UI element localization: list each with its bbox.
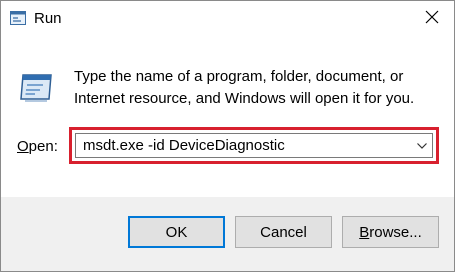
open-label: Open: (17, 138, 58, 155)
open-label-accelerator: O (17, 138, 29, 155)
browse-button[interactable]: Browse... (342, 216, 439, 248)
close-button[interactable] (409, 1, 454, 37)
chevron-down-icon[interactable] (415, 138, 429, 154)
run-dialog: Run Type the name of a program, folder, … (0, 0, 455, 272)
browse-accelerator: B (359, 223, 370, 241)
close-icon (425, 10, 439, 29)
cancel-button[interactable]: Cancel (235, 216, 332, 248)
button-bar: OK Cancel Browse... (1, 197, 454, 271)
run-icon (10, 11, 26, 25)
open-input-value[interactable]: msdt.exe -id DeviceDiagnostic (83, 137, 285, 154)
browse-label: rowse... (369, 223, 422, 241)
open-combobox[interactable]: msdt.exe -id DeviceDiagnostic (75, 133, 433, 158)
run-program-icon (17, 71, 55, 105)
ok-button[interactable]: OK (128, 216, 225, 248)
window-title: Run (34, 10, 62, 27)
title-bar: Run (1, 1, 454, 37)
dialog-description: Type the name of a program, folder, docu… (74, 68, 415, 107)
open-label-text: pen: (28, 138, 58, 155)
